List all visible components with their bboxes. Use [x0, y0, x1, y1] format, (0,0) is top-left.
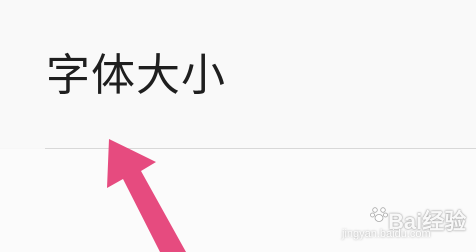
watermark-site: jingyan.baidu.com [342, 228, 431, 240]
baidu-jingyan-watermark: Bai经验 jingyan.baidu.com [340, 196, 468, 246]
baidu-paw-icon [370, 207, 388, 222]
